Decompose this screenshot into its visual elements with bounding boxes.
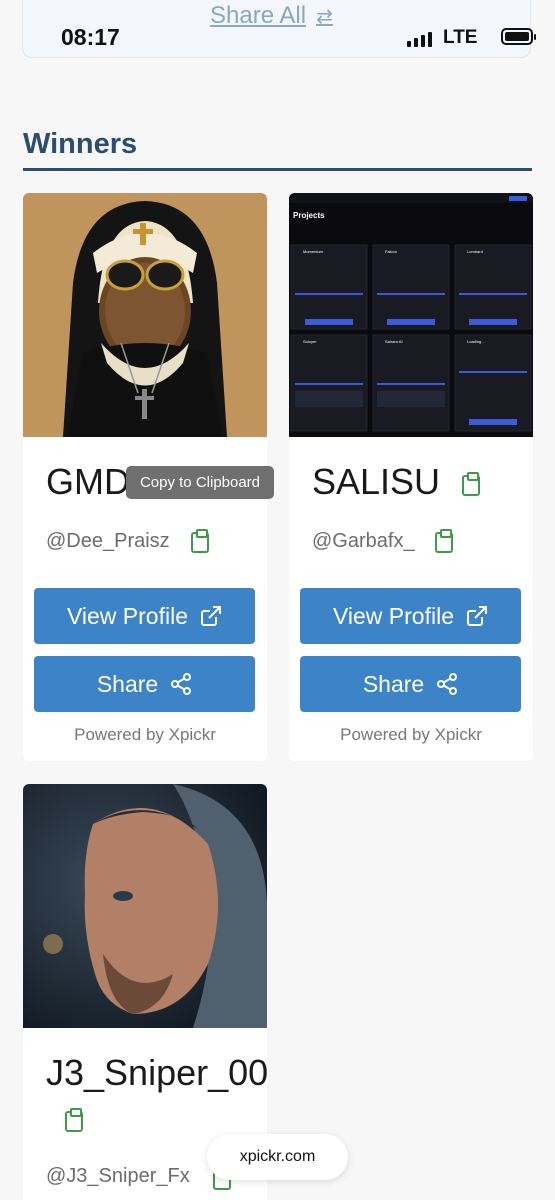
share-button[interactable]: Share [34, 656, 255, 712]
repeat-icon: ⇄ [316, 5, 333, 28]
powered-by-label: Powered by Xpickr [340, 725, 482, 744]
share-icon [437, 673, 458, 695]
share-icon [171, 673, 192, 695]
share-all-label[interactable]: Share All [210, 2, 306, 30]
powered-by-label: Powered by Xpickr [74, 725, 216, 744]
dashboard-project: Loading... [467, 339, 485, 344]
status-time: 08:17 [61, 24, 120, 50]
view-profile-label[interactable]: View Profile [67, 603, 188, 630]
share-all-link[interactable]: Share All ⇄ [210, 2, 333, 30]
winner-name: GMD [46, 461, 130, 502]
winner-avatar-nun [23, 193, 267, 437]
winner-avatar-dashboard: Projects Momentum Falcon Lombard Soloyer… [289, 193, 533, 437]
section-title: Winners [23, 128, 138, 160]
winner-name: SALISU [312, 461, 441, 502]
view-profile-button[interactable]: View Profile [34, 588, 255, 644]
share-label[interactable]: Share [97, 671, 158, 698]
view-profile-button[interactable]: View Profile [300, 588, 521, 644]
signal-icon [407, 32, 432, 47]
clipboard-icon[interactable] [435, 529, 453, 553]
url-text[interactable]: xpickr.com [240, 1148, 316, 1166]
clipboard-icon[interactable] [191, 529, 209, 553]
url-bar[interactable]: xpickr.com [207, 1134, 348, 1180]
clipboard-icon[interactable] [65, 1108, 83, 1132]
dashboard-project: Falcon [385, 249, 398, 254]
winner-name: J3_Sniper_00 [46, 1052, 267, 1093]
copy-tooltip: Copy to Clipboard [126, 466, 274, 499]
dashboard-project: Momentum [303, 249, 324, 254]
winner-card-2: Projects Momentum Falcon Lombard Soloyer… [289, 193, 533, 761]
status-bar: Share All ⇄ 08:17 LTE [22, 0, 536, 58]
view-profile-label[interactable]: View Profile [333, 603, 454, 630]
dashboard-project: Lombard [467, 249, 483, 254]
winner-handle: @J3_Sniper_Fx [46, 1165, 190, 1187]
dashboard-project: Sahara AI [385, 339, 403, 344]
winner-avatar-hooded-man [23, 784, 267, 1028]
external-link-icon [201, 606, 222, 626]
battery-icon [501, 28, 536, 45]
clipboard-icon[interactable] [462, 472, 480, 496]
share-label[interactable]: Share [363, 671, 424, 698]
dashboard-heading: Projects [293, 211, 325, 220]
section-divider [23, 168, 532, 171]
winner-handle: @Garbafx_ [312, 530, 415, 552]
share-button[interactable]: Share [300, 656, 521, 712]
external-link-icon [467, 606, 488, 626]
dashboard-project: Soloyer [303, 339, 317, 344]
network-label: LTE [443, 27, 478, 48]
winner-handle: @Dee_Praisz [46, 530, 170, 552]
